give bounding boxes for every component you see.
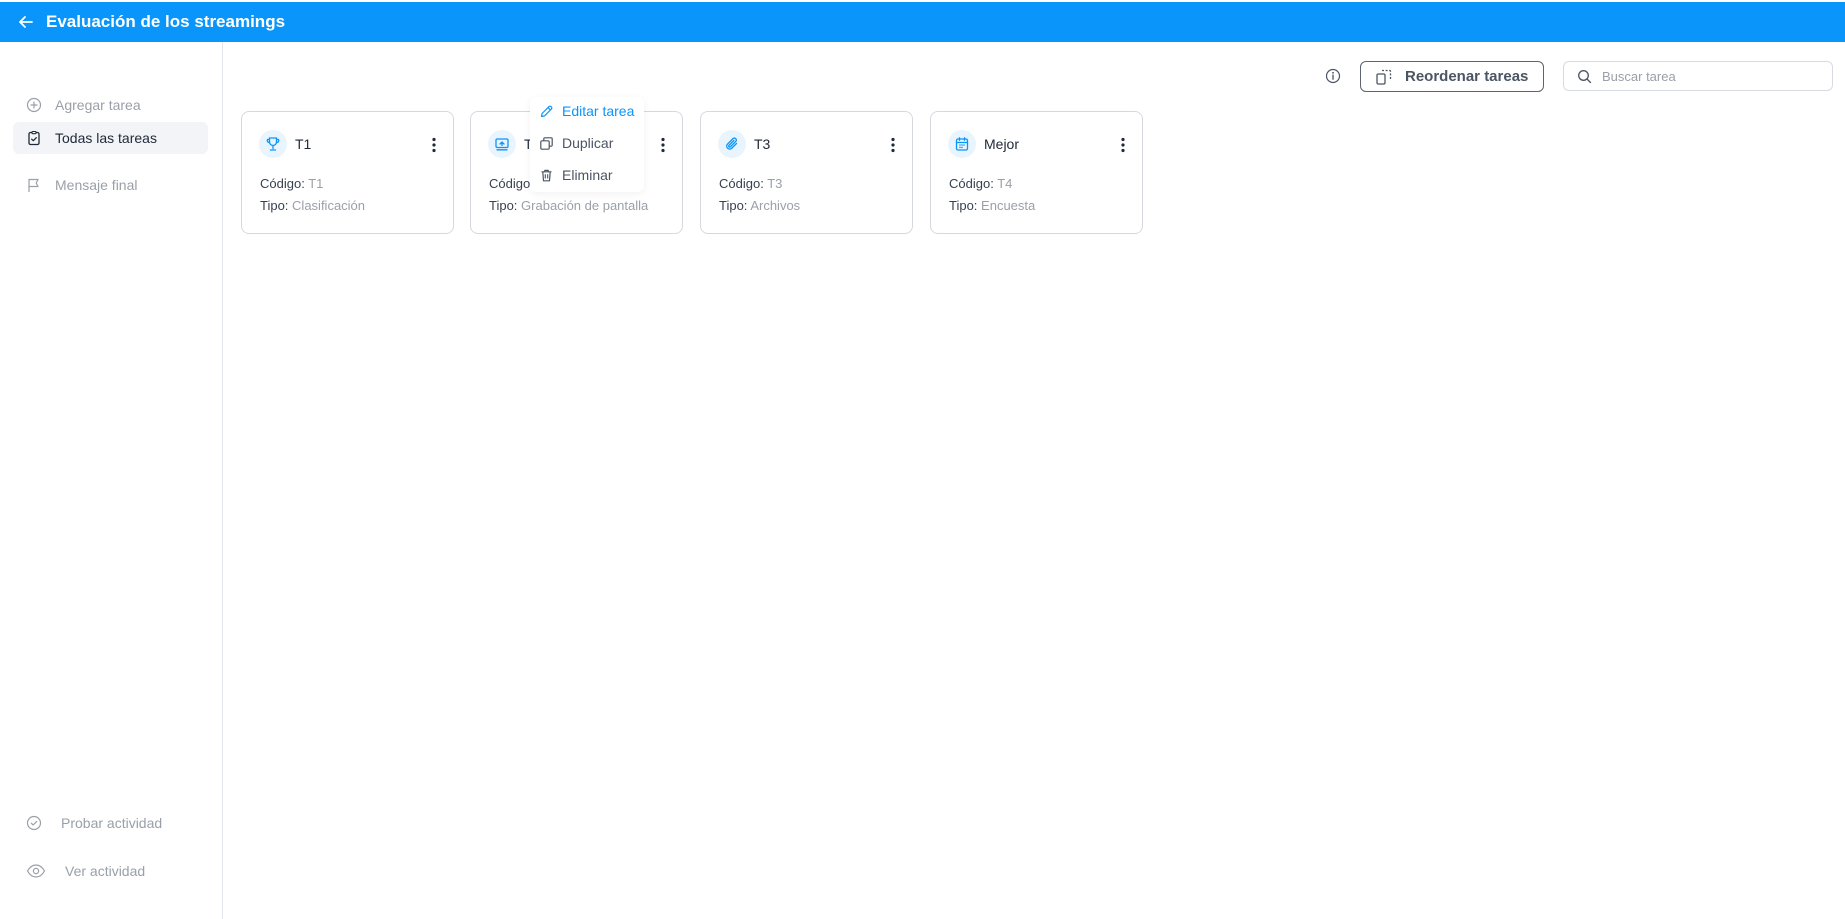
sidebar-item-view-activity[interactable]: Ver actividad <box>13 855 208 887</box>
paperclip-icon <box>718 130 746 158</box>
sidebar-item-test-activity[interactable]: Probar actividad <box>13 807 208 839</box>
trash-icon <box>538 167 554 183</box>
more-vertical-icon[interactable] <box>1116 134 1130 156</box>
task-card-t3[interactable]: T3 Código: T3 Tipo: Archivos <box>700 111 913 234</box>
sidebar-item-label: Ver actividad <box>65 863 146 879</box>
duplicate-menu-item[interactable]: Duplicar <box>538 131 613 155</box>
task-name: T3 <box>754 136 771 152</box>
info-icon[interactable] <box>1324 67 1342 85</box>
edit-task-label: Editar tarea <box>562 103 635 119</box>
task-card-t1[interactable]: T1 Código: T1 Tipo: Clasificación <box>241 111 454 234</box>
task-type: Tipo: Archivos <box>719 198 801 213</box>
sidebar-item-label: Agregar tarea <box>55 97 141 113</box>
app-header: Evaluación de los streamings <box>0 2 1845 42</box>
copy-icon <box>538 135 554 151</box>
delete-menu-item[interactable]: Eliminar <box>538 163 613 187</box>
task-name: T1 <box>295 136 312 152</box>
plus-circle-icon <box>25 96 43 114</box>
page-title: Evaluación de los streamings <box>46 12 286 31</box>
calendar-icon <box>948 130 976 158</box>
search-icon <box>1577 69 1592 84</box>
sidebar: Agregar tarea Todas las tareas Mensaje f… <box>0 42 223 919</box>
sidebar-item-add-task[interactable]: Agregar tarea <box>13 89 208 121</box>
duplicate-label: Duplicar <box>562 135 614 151</box>
more-vertical-icon[interactable] <box>656 134 670 156</box>
eye-icon <box>25 862 47 880</box>
sidebar-item-label: Mensaje final <box>55 177 138 193</box>
search-input[interactable] <box>1600 67 1824 85</box>
reorder-icon <box>1375 68 1393 86</box>
task-code: Código: T1 <box>260 176 324 191</box>
sidebar-item-label: Todas las tareas <box>55 130 157 146</box>
delete-label: Eliminar <box>562 167 613 183</box>
more-vertical-icon[interactable] <box>427 134 441 156</box>
task-code: Código: T4 <box>949 176 1013 191</box>
search-box <box>1563 61 1833 91</box>
trophy-icon <box>259 130 287 158</box>
task-type: Tipo: Grabación de pantalla <box>489 198 649 213</box>
sidebar-item-all-tasks[interactable]: Todas las tareas <box>13 122 208 154</box>
flag-icon <box>25 176 43 194</box>
sidebar-item-final-message[interactable]: Mensaje final <box>13 169 208 201</box>
edit-task-menu-item[interactable]: Editar tarea <box>538 99 634 123</box>
sidebar-item-label: Probar actividad <box>61 815 163 831</box>
screen-record-icon <box>488 130 516 158</box>
task-code: Código: T3 <box>719 176 783 191</box>
arrow-left-icon[interactable] <box>16 12 36 32</box>
reorder-tasks-label: Reordenar tareas <box>1405 68 1529 85</box>
pencil-icon <box>538 103 554 119</box>
task-actions-menu: Editar tarea Duplicar Eliminar <box>530 97 644 192</box>
reorder-tasks-button[interactable]: Reordenar tareas <box>1360 61 1544 92</box>
task-type: Tipo: Clasificación <box>260 198 366 213</box>
task-name: Mejor <box>984 136 1020 152</box>
task-card-t4[interactable]: Mejor Código: T4 Tipo: Encuesta <box>930 111 1143 234</box>
check-circle-icon <box>25 814 43 832</box>
more-vertical-icon[interactable] <box>886 134 900 156</box>
task-type: Tipo: Encuesta <box>949 198 1036 213</box>
clipboard-check-icon <box>25 129 43 147</box>
